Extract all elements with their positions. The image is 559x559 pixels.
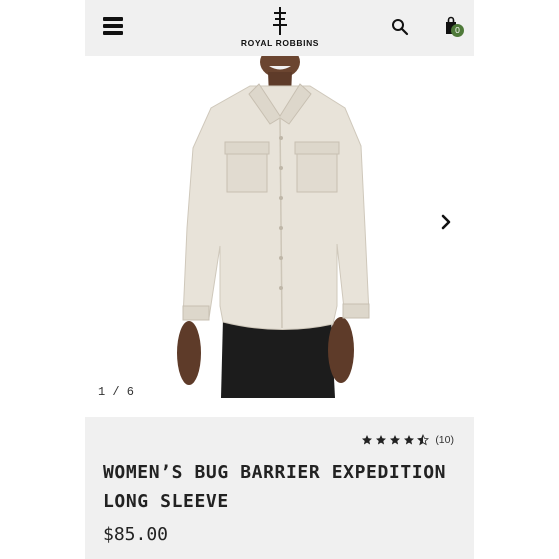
brand-logo[interactable]: ROYAL ROBBINS — [230, 7, 330, 51]
product-gallery[interactable]: 1 / 6 — [85, 56, 474, 417]
rating[interactable]: (10) — [361, 434, 454, 446]
gallery-counter: 1 / 6 — [98, 385, 135, 399]
star-icon — [404, 435, 415, 445]
cart-count-badge[interactable]: 0 — [451, 24, 464, 37]
product-info: (10) WOMEN’S BUG BARRIER EXPEDITION LONG… — [85, 417, 474, 559]
product-page: ROYAL ROBBINS 0 1 / 6 (10) WOMEN’S BUG B… — [85, 0, 474, 559]
product-image — [177, 56, 370, 398]
chevron-right-icon[interactable] — [439, 213, 453, 231]
header: ROYAL ROBBINS 0 — [85, 0, 474, 56]
hamburger-menu-icon[interactable] — [103, 17, 123, 35]
product-title-line-1: WOMEN’S BUG BARRIER EXPEDITION — [103, 462, 447, 483]
review-count[interactable]: (10) — [435, 434, 454, 446]
brand-name: ROYAL ROBBINS — [240, 38, 320, 48]
brand-logo-icon — [273, 7, 287, 35]
star-icon — [390, 435, 401, 445]
star-icon — [362, 435, 373, 445]
star-icon — [376, 435, 387, 445]
star-half-icon — [417, 434, 430, 446]
product-price: $85.00 — [103, 524, 169, 545]
product-title-line-2: LONG SLEEVE — [103, 491, 229, 512]
product-title: WOMEN’S BUG BARRIER EXPEDITION LONG SLEE… — [103, 458, 463, 516]
search-icon[interactable] — [391, 18, 409, 36]
